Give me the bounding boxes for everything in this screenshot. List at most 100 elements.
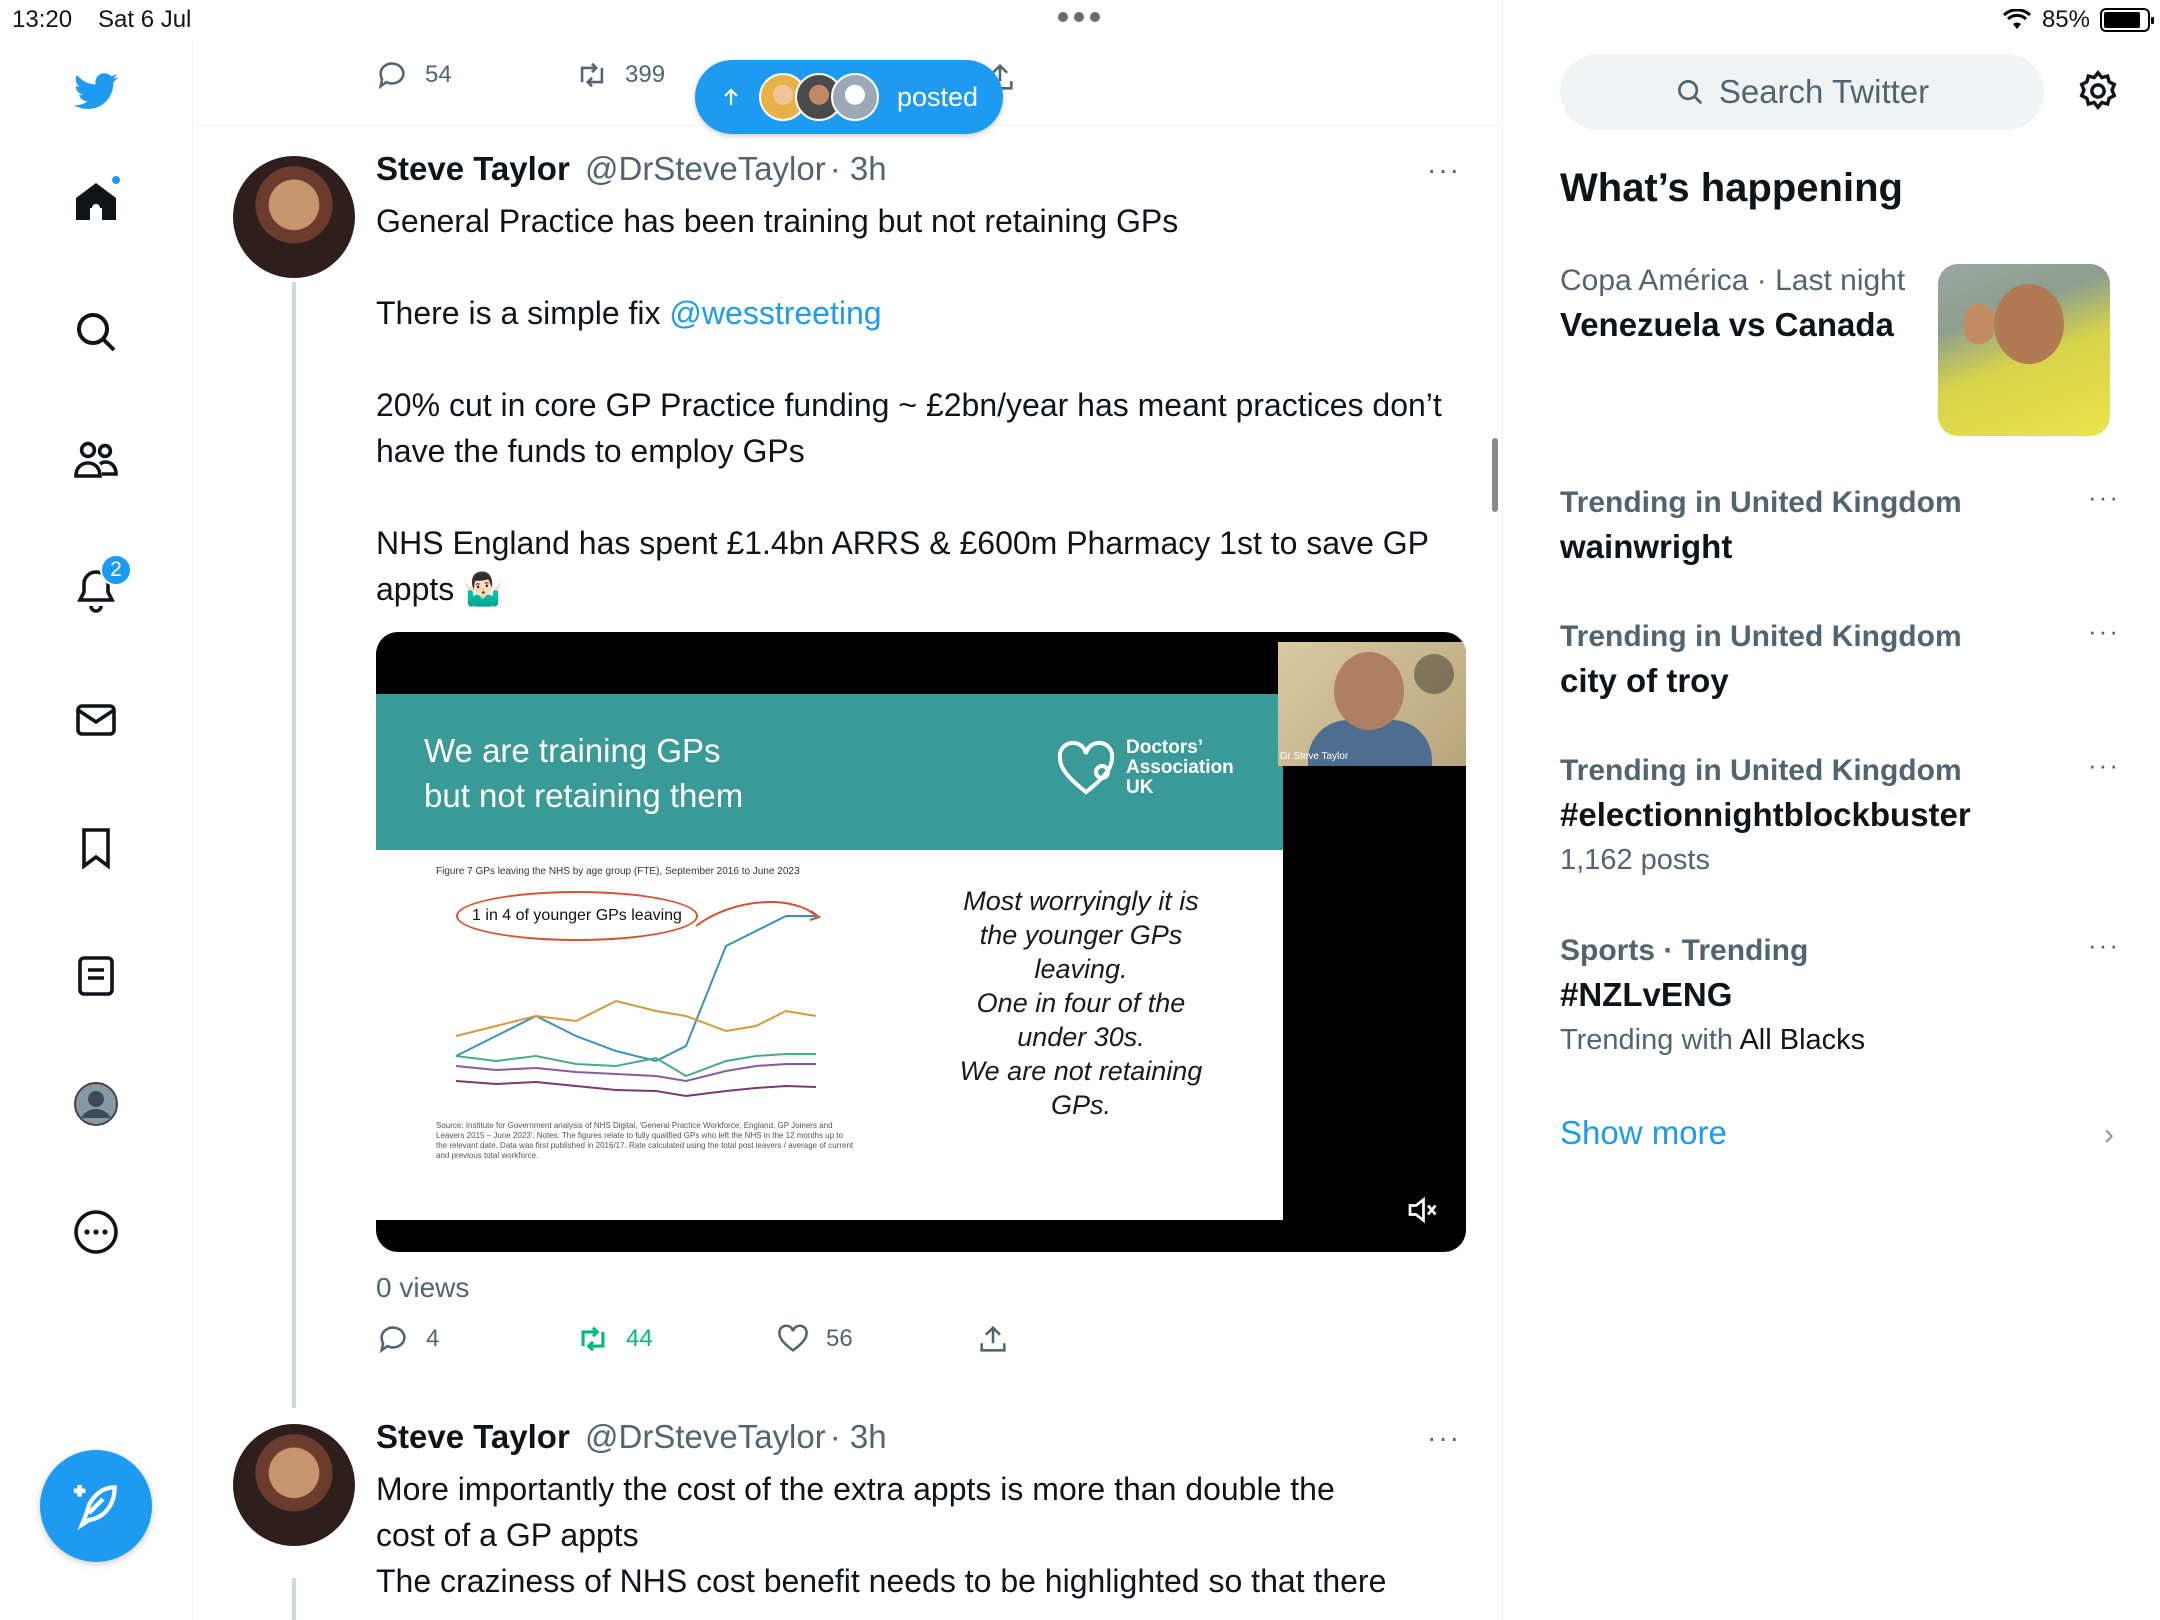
search-icon — [1677, 80, 1703, 105]
search-icon[interactable] — [66, 302, 126, 362]
retweet-icon — [581, 1326, 605, 1352]
trend-more-icon[interactable]: ··· — [2088, 930, 2120, 961]
slide-quote: Most worryingly it is the younger GPs le… — [959, 886, 1203, 1120]
doctors-association-logo: Doctors’ Association UK — [1056, 738, 1234, 798]
author-handle[interactable]: @DrSteveTaylor — [585, 1418, 826, 1455]
twitter-logo-icon[interactable] — [66, 62, 126, 122]
thread-line — [292, 282, 296, 1408]
tweet-more-icon[interactable]: ··· — [1427, 1422, 1461, 1454]
trend-title: wainwright — [1560, 528, 1733, 565]
heart-icon — [778, 1324, 808, 1352]
right-sidebar: Search Twitter What’s happening Copa Amé… — [1504, 0, 2160, 1620]
reply-button[interactable]: 54 — [375, 58, 575, 92]
communities-icon[interactable] — [66, 430, 126, 490]
search-box[interactable]: Search Twitter — [1560, 54, 2044, 130]
left-nav: 2 — [0, 40, 193, 1620]
tweet-text: General Practice has been training but n… — [376, 198, 1456, 612]
tweet-time[interactable]: · 3h — [830, 1418, 887, 1455]
video-player[interactable]: We are training GPs but not retaining th… — [376, 632, 1466, 1252]
thread-line — [292, 1578, 296, 1620]
retweet-count: 44 — [626, 1325, 653, 1352]
trend-thumbnail[interactable] — [1938, 264, 2110, 436]
trend-item[interactable]: Copa América · Last night Venezuela vs C… — [1560, 264, 1930, 344]
mute-icon[interactable] — [1404, 1192, 1440, 1228]
trend-item[interactable]: Sports · Trending #NZLvENG Trending with… — [1560, 930, 2120, 1057]
trend-title: Venezuela vs Canada — [1560, 306, 1894, 343]
share-button[interactable] — [976, 1322, 1176, 1356]
reply-count: 4 — [426, 1325, 440, 1352]
captions-icon[interactable] — [1414, 654, 1454, 694]
tweet-time[interactable]: · 3h — [830, 150, 887, 187]
status-date: Sat 6 Jul — [98, 6, 192, 33]
bookmarks-icon[interactable] — [66, 818, 126, 878]
like-button[interactable]: 56 — [776, 1322, 976, 1356]
author-name[interactable]: Steve Taylor — [376, 1418, 570, 1455]
messages-icon[interactable] — [66, 690, 126, 750]
view-count: 0 views — [376, 1272, 470, 1303]
author-avatar[interactable] — [233, 156, 355, 278]
tweet-text-line: The craziness of NHS cost benefit needs … — [376, 1563, 1387, 1599]
tweet-text-line: There is a simple fix @wesstreeting — [376, 295, 882, 331]
trend-item[interactable]: Trending in United Kingdom wainwright ··… — [1560, 482, 2120, 566]
tweet-more-icon[interactable]: ··· — [1427, 154, 1461, 186]
tweet-text-line: General Practice has been training but n… — [376, 203, 1179, 239]
presentation-slide: We are training GPs but not retaining th… — [376, 694, 1283, 1220]
line-chart-figure: Figure 7 GPs leaving the NHS by age grou… — [436, 866, 856, 1166]
webcam-pip: Dr Steve Taylor — [1278, 642, 1466, 766]
chevron-right-icon: › — [2104, 1118, 2114, 1151]
figure-source: Source: Institute for Government analysi… — [436, 1121, 854, 1160]
retweet-icon — [580, 62, 604, 88]
author-name[interactable]: Steve Taylor — [376, 150, 570, 187]
reply-icon — [379, 1326, 406, 1354]
tweet-header: Steve Taylor @DrSteveTaylor · 3h — [376, 1418, 887, 1456]
trend-more-icon[interactable]: ··· — [2088, 616, 2120, 647]
timeline-feed[interactable]: 54 399 posted Steve Taylor @DrSteveTaylo… — [193, 0, 1503, 1620]
gear-icon[interactable] — [2075, 68, 2121, 114]
status-time: 13:20 — [12, 6, 73, 33]
trend-meta: Trending in United Kingdom — [1560, 620, 1962, 653]
trend-related: Trending with All Blacks — [1560, 1024, 1866, 1056]
author-handle[interactable]: @DrSteveTaylor — [585, 150, 826, 187]
trend-meta: Trending in United Kingdom — [1560, 486, 1962, 519]
mention-link[interactable]: @wesstreeting — [669, 295, 881, 331]
trend-meta: Sports · Trending — [1560, 934, 1809, 967]
compose-tweet-button[interactable] — [40, 1450, 152, 1562]
feather-plus-icon — [73, 1485, 117, 1531]
trend-item[interactable]: Trending in United Kingdom #electionnigh… — [1560, 750, 2120, 877]
tweet-header: Steve Taylor @DrSteveTaylor · 3h — [376, 150, 887, 188]
notifications-icon[interactable]: 2 — [66, 554, 132, 620]
notifications-badge: 2 — [100, 554, 132, 586]
profile-avatar-icon[interactable] — [66, 1074, 126, 1134]
scrollbar[interactable] — [1492, 438, 1498, 512]
figure-caption: Figure 7 GPs leaving the NHS by age grou… — [436, 866, 800, 877]
slide-title: We are training GPs but not retaining th… — [424, 732, 744, 814]
tweet-actions: 4 44 56 — [376, 1322, 1176, 1356]
trend-more-icon[interactable]: ··· — [2088, 482, 2120, 513]
video-duration: 1:07 — [406, 1192, 461, 1223]
trend-item[interactable]: Trending in United Kingdom city of troy … — [1560, 616, 2120, 700]
pip-label: Dr Steve Taylor — [1280, 751, 1349, 762]
new-posts-pill[interactable]: posted — [695, 60, 1003, 134]
reply-button[interactable]: 4 — [376, 1322, 576, 1356]
home-unread-dot — [110, 174, 122, 186]
retweet-button[interactable]: 44 — [576, 1322, 776, 1356]
trend-title: city of troy — [1560, 662, 1729, 699]
home-icon[interactable] — [66, 172, 126, 232]
author-avatar[interactable] — [233, 1424, 355, 1546]
tweet-text-line: More importantly the cost of the extra a… — [376, 1471, 1335, 1507]
more-options-icon[interactable] — [66, 1202, 126, 1262]
tweet-text-line: cost of a GP appts — [376, 1517, 639, 1553]
retweet-count: 399 — [625, 61, 666, 88]
lists-icon[interactable] — [66, 946, 126, 1006]
tweet-text-line: 20% cut in core GP Practice funding ~ £2… — [376, 387, 1442, 469]
trend-more-icon[interactable]: ··· — [2088, 750, 2120, 781]
tweet-text: More importantly the cost of the extra a… — [376, 1466, 1456, 1604]
tweet-text-line: NHS England has spent £1.4bn ARRS & £600… — [376, 525, 1429, 607]
trend-title: #electionnightblockbuster — [1560, 796, 1971, 833]
like-count: 56 — [826, 1325, 853, 1352]
reply-count: 54 — [425, 61, 452, 88]
trend-meta: Copa América · Last night — [1560, 264, 1906, 297]
trend-post-count: 1,162 posts — [1560, 844, 1710, 876]
new-posts-label: posted — [897, 81, 979, 112]
show-more-link[interactable]: Show more — [1560, 1114, 1727, 1152]
